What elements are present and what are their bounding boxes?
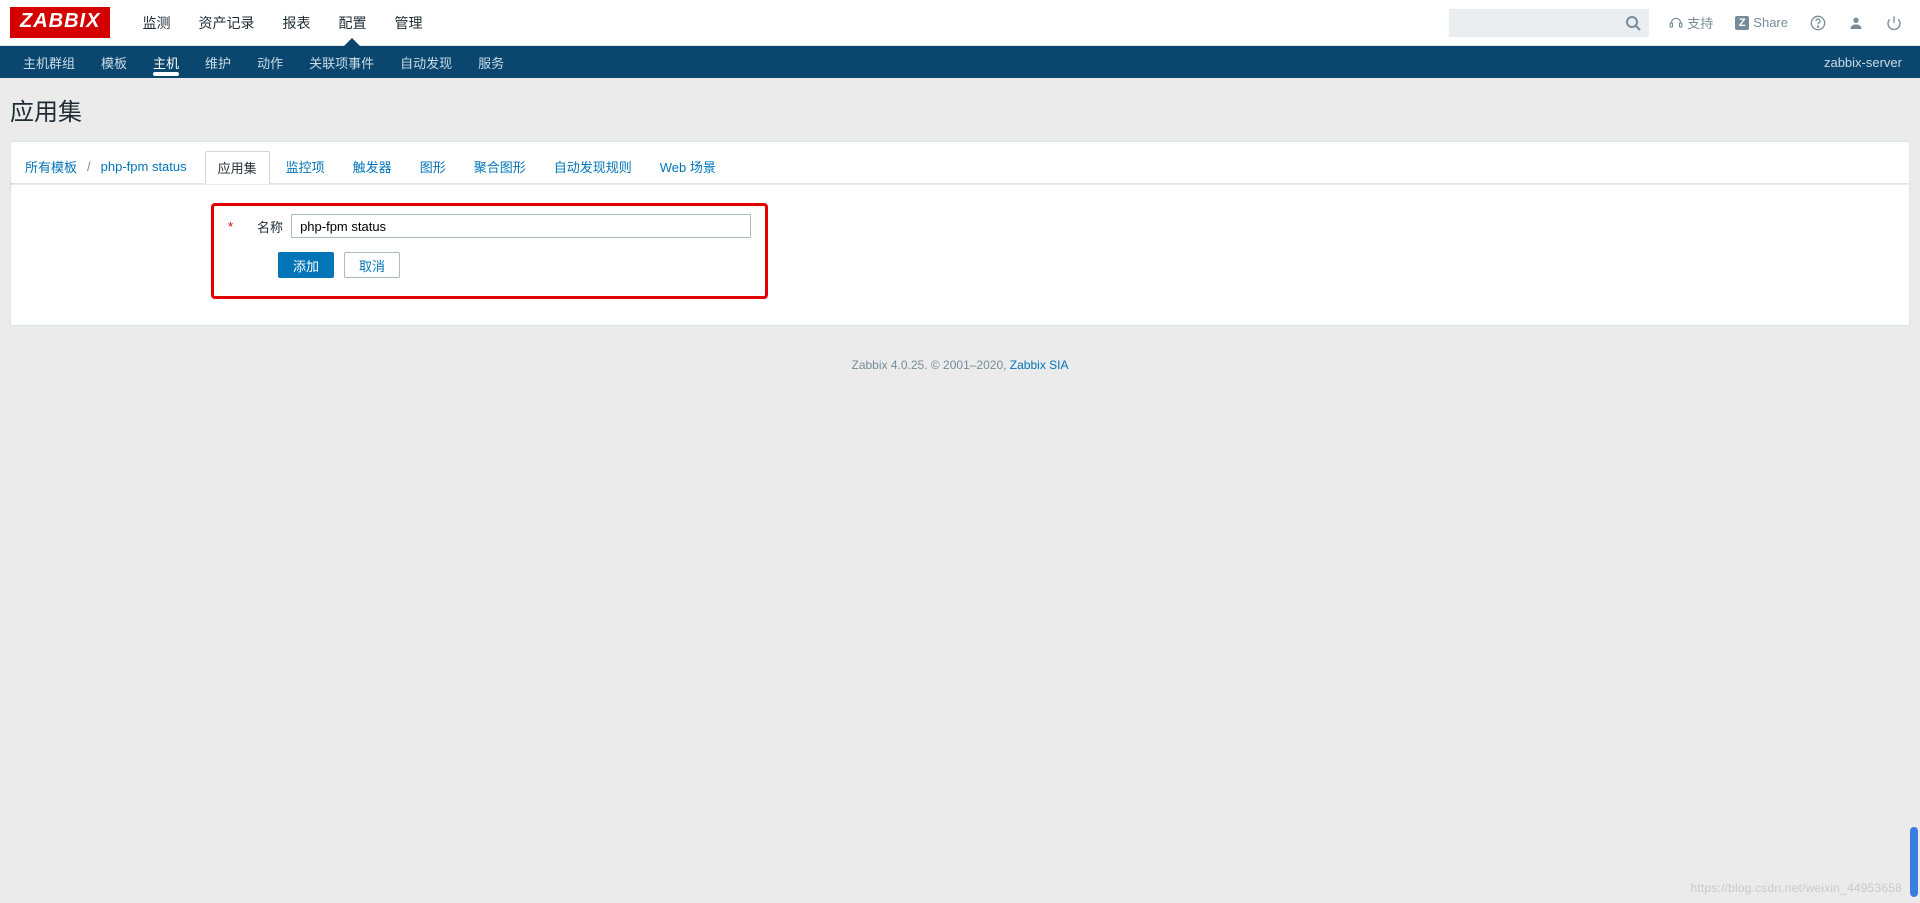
server-name: zabbix-server (1824, 55, 1910, 70)
help-icon (1810, 15, 1826, 31)
main-menu-inventory[interactable]: 资产记录 (184, 0, 268, 45)
share-link[interactable]: Z Share (1727, 15, 1796, 30)
page-title: 应用集 (0, 78, 1920, 141)
power-icon (1886, 15, 1902, 31)
user-icon (1848, 15, 1864, 31)
tab-items[interactable]: 监控项 (274, 151, 337, 182)
footer: Zabbix 4.0.25. © 2001–2020, Zabbix SIA (0, 336, 1920, 380)
content-card: 所有模板 / php-fpm status 应用集 监控项 触发器 图形 聚合图… (10, 141, 1910, 326)
share-badge-icon: Z (1735, 16, 1749, 30)
main-menu-reports[interactable]: 报表 (268, 0, 324, 45)
subnav-services[interactable]: 服务 (465, 46, 517, 78)
form-row-name: * 名称 (228, 214, 751, 238)
share-label: Share (1753, 15, 1788, 30)
name-label: 名称 (241, 217, 283, 236)
subnav-host-groups[interactable]: 主机群组 (10, 46, 88, 78)
tab-graphs[interactable]: 图形 (408, 151, 458, 182)
footer-link[interactable]: Zabbix SIA (1010, 358, 1069, 372)
tab-triggers[interactable]: 触发器 (341, 151, 404, 182)
subnav-discovery[interactable]: 自动发现 (387, 46, 465, 78)
support-label: 支持 (1687, 13, 1713, 32)
top-right-controls: 支持 Z Share (1449, 9, 1910, 37)
subnav-actions[interactable]: 动作 (244, 46, 296, 78)
top-bar: ZABBIX 监测 资产记录 报表 配置 管理 支持 Z Share (0, 0, 1920, 46)
main-menu: 监测 资产记录 报表 配置 管理 (128, 0, 1449, 45)
subnav-maintenance[interactable]: 维护 (192, 46, 244, 78)
logout-link[interactable] (1878, 15, 1910, 31)
tab-discovery-rules[interactable]: 自动发现规则 (542, 151, 644, 182)
help-link[interactable] (1802, 15, 1834, 31)
breadcrumb-separator: / (85, 153, 93, 180)
highlight-box: * 名称 添加 取消 (211, 203, 768, 299)
search-wrap (1449, 9, 1649, 37)
cancel-button[interactable]: 取消 (344, 252, 400, 278)
subnav-templates[interactable]: 模板 (88, 46, 140, 78)
form-area: * 名称 添加 取消 (11, 185, 1909, 325)
logo[interactable]: ZABBIX (10, 7, 110, 38)
breadcrumb-template-name[interactable]: php-fpm status (97, 153, 191, 180)
footer-text: Zabbix 4.0.25. © 2001–2020, (852, 358, 1010, 372)
subnav-hosts[interactable]: 主机 (140, 46, 192, 78)
user-link[interactable] (1840, 15, 1872, 31)
search-icon[interactable] (1625, 15, 1641, 34)
watermark: https://blog.csdn.net/weixin_44953658 (1690, 881, 1902, 895)
tab-applications[interactable]: 应用集 (205, 151, 270, 184)
required-mark: * (228, 219, 233, 234)
sub-nav: 主机群组 模板 主机 维护 动作 关联项事件 自动发现 服务 zabbix-se… (0, 46, 1920, 78)
tab-web-scenarios[interactable]: Web 场景 (648, 151, 728, 182)
button-row: 添加 取消 (228, 252, 751, 278)
main-menu-administration[interactable]: 管理 (380, 0, 436, 45)
tab-screens[interactable]: 聚合图形 (462, 151, 538, 182)
subnav-correlation[interactable]: 关联项事件 (296, 46, 387, 78)
main-menu-configuration[interactable]: 配置 (324, 0, 380, 45)
name-input[interactable] (291, 214, 751, 238)
tab-strip: 所有模板 / php-fpm status 应用集 监控项 触发器 图形 聚合图… (11, 142, 1909, 183)
headset-icon (1669, 16, 1683, 30)
scrollbar-thumb[interactable] (1910, 827, 1918, 897)
main-menu-monitoring[interactable]: 监测 (128, 0, 184, 45)
breadcrumb-all-templates[interactable]: 所有模板 (21, 151, 81, 182)
add-button[interactable]: 添加 (278, 252, 334, 278)
search-input[interactable] (1449, 9, 1649, 37)
support-link[interactable]: 支持 (1661, 13, 1721, 32)
